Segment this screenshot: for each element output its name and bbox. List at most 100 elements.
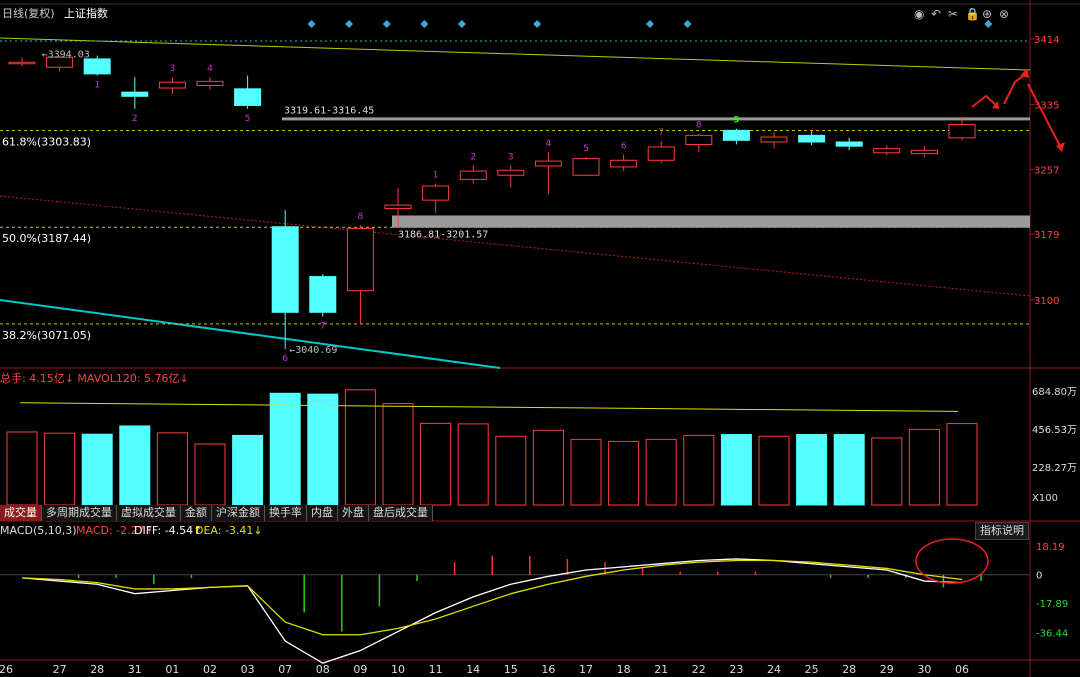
red-dotted-trendline xyxy=(0,195,1031,297)
volume-bar xyxy=(6,431,38,506)
signal-diamond xyxy=(382,20,391,28)
volume-bar xyxy=(269,392,301,506)
volume-bar xyxy=(307,393,339,506)
candle-body xyxy=(647,146,675,161)
index-name: 上证指数 xyxy=(64,6,108,20)
candle-body xyxy=(234,88,262,106)
td-count-label: 5 xyxy=(245,114,251,124)
candle xyxy=(346,225,374,325)
volume-bar xyxy=(382,403,414,506)
eye-icon[interactable]: ◉ xyxy=(914,7,924,21)
x-date-label: 07 xyxy=(278,663,292,676)
k-y-tick-label: 3100 xyxy=(1034,296,1059,307)
candle-body xyxy=(948,124,976,139)
x-date-label: 16 xyxy=(541,663,555,676)
candle-body xyxy=(459,170,487,180)
macd-y-tick-label: -17.89 xyxy=(1036,599,1068,610)
candle xyxy=(534,151,562,195)
scissors-icon[interactable]: ✂ xyxy=(948,7,958,21)
x-date-label: 24 xyxy=(767,663,781,676)
volume-bar xyxy=(44,432,76,506)
gap-label-upper: 3319.61-3316.45 xyxy=(284,105,374,116)
volume-bar xyxy=(796,434,828,506)
indicator-tab[interactable]: 虚拟成交量 xyxy=(117,505,181,521)
td-count-label: 1 xyxy=(433,171,439,181)
indicator-explain-button[interactable]: 指标说明 xyxy=(975,522,1029,540)
x-date-label: 25 xyxy=(805,663,819,676)
candle-body xyxy=(910,149,938,155)
signal-diamond xyxy=(984,20,993,28)
candle-body xyxy=(83,58,111,75)
candle-body xyxy=(534,160,562,167)
indicator-tab[interactable]: 成交量 xyxy=(0,505,42,521)
td-count-label: 3 xyxy=(508,152,514,162)
macd-title: MACD(5,10,3) xyxy=(0,524,77,537)
annotation-arrow xyxy=(1003,73,1027,105)
x-date-label: 21 xyxy=(654,663,668,676)
k-y-tick-label: 3414 xyxy=(1034,35,1059,46)
td-count-label: 5 xyxy=(583,144,589,154)
x-date-label: 15 xyxy=(504,663,518,676)
td-count-label: 7 xyxy=(658,128,664,138)
volume-bar xyxy=(457,423,489,506)
diff-value-label: DIFF: -4.54↑ xyxy=(134,524,202,537)
indicator-tab[interactable]: 换手率 xyxy=(265,505,307,521)
indicator-tab[interactable]: 沪深金额 xyxy=(212,505,265,521)
candle xyxy=(610,154,638,172)
k-y-tick-label: 3179 xyxy=(1034,230,1059,241)
low-price-label: ←3040.69 xyxy=(289,345,337,356)
volume-y-tick-label: 228.27万 xyxy=(1032,463,1077,474)
indicator-tab[interactable]: 内盘 xyxy=(307,505,338,521)
x-date-label: 18 xyxy=(617,663,631,676)
fib-level-label: 61.8%(3303.83) xyxy=(2,136,91,149)
candle xyxy=(948,117,976,141)
x-date-label: 09 xyxy=(353,663,367,676)
gap-zone-upper xyxy=(282,117,1030,121)
x-date-label: 26 xyxy=(0,663,13,676)
plus-circle-icon[interactable]: ⊕ xyxy=(982,7,992,21)
candle-body xyxy=(873,148,901,154)
indicator-tab[interactable]: 金额 xyxy=(181,505,212,521)
x-date-label: 23 xyxy=(729,663,743,676)
candle-body xyxy=(309,276,337,313)
candle xyxy=(497,165,525,188)
candles xyxy=(8,55,976,350)
volume-bar xyxy=(908,428,940,506)
x-date-label: 30 xyxy=(917,663,931,676)
annotation-arrow xyxy=(1027,83,1061,147)
undo-icon[interactable]: ↶ xyxy=(931,7,941,21)
gap-label-lower: 3186.81-3201.57 xyxy=(398,230,488,241)
td-count-label: 4 xyxy=(207,64,213,74)
candle xyxy=(873,145,901,156)
candle xyxy=(309,274,337,317)
candle xyxy=(572,156,600,177)
td-count-label: 3 xyxy=(170,64,176,74)
candle xyxy=(798,131,826,146)
annotation-arrow xyxy=(971,94,998,108)
candle-body xyxy=(121,91,149,97)
candle xyxy=(835,137,863,151)
volume-bar xyxy=(232,434,264,506)
candle-body xyxy=(346,227,374,292)
high-price-label: ←3394.03 xyxy=(42,50,90,61)
indicator-tab[interactable]: 外盘 xyxy=(338,505,369,521)
macd-y-tick-label: 0 xyxy=(1036,571,1042,582)
candle-body xyxy=(196,80,224,87)
indicator-tab[interactable]: 多周期成交量 xyxy=(42,505,117,521)
lock-icon[interactable]: 🔒 xyxy=(965,7,980,21)
volume-bar xyxy=(570,438,602,506)
fib-level-label: 38.2%(3071.05) xyxy=(2,329,91,342)
candle-body xyxy=(384,204,412,209)
td-count-label: 2 xyxy=(470,152,476,162)
x-date-label: 29 xyxy=(880,663,894,676)
macd-y-tick-label: 18.19 xyxy=(1036,542,1065,553)
volume-bar xyxy=(833,434,865,506)
candle xyxy=(422,183,450,213)
indicator-tab[interactable]: 盘后成交量 xyxy=(369,505,433,521)
close-circle-icon[interactable]: ⊗ xyxy=(999,7,1009,21)
signal-diamond xyxy=(345,20,354,28)
x-date-label: 28 xyxy=(842,663,856,676)
candle xyxy=(722,128,750,145)
x-date-label: 06 xyxy=(955,663,969,676)
volume-bar xyxy=(344,389,376,506)
